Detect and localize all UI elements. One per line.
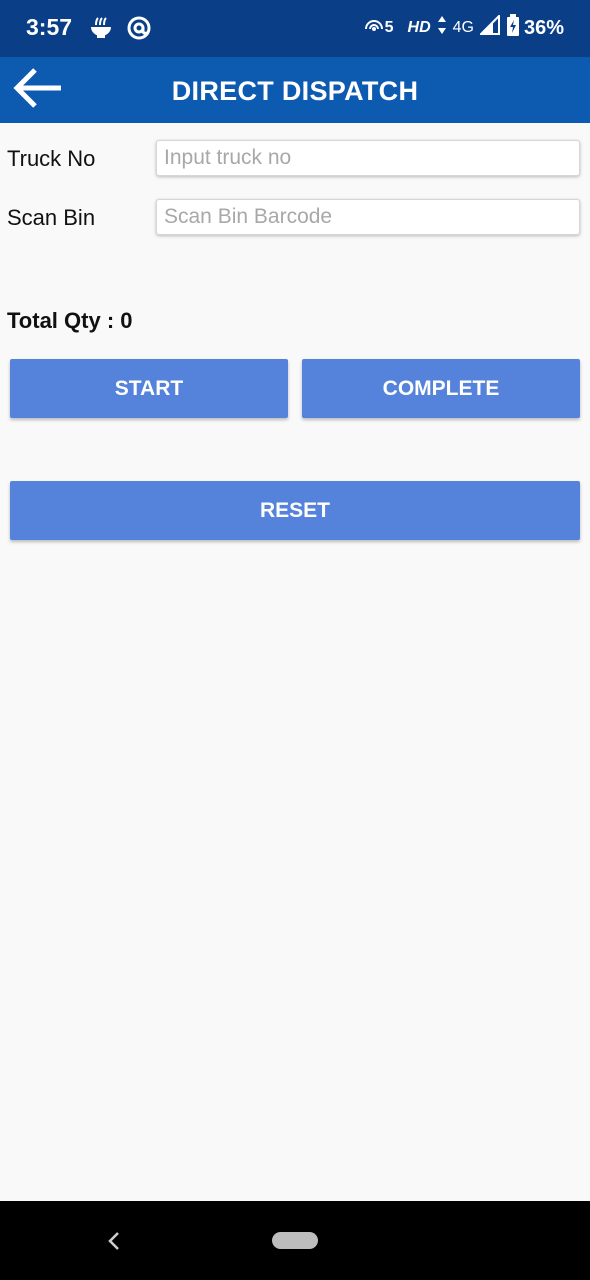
data-arrows-icon: [437, 15, 447, 41]
nav-back-chevron-icon[interactable]: [104, 1229, 124, 1253]
app-bar: DIRECT DISPATCH: [0, 57, 590, 123]
at-sign-icon: [126, 15, 152, 46]
truck-no-row: Truck No: [0, 140, 590, 180]
nav-home-pill[interactable]: [272, 1232, 318, 1249]
network-type: 4G: [452, 19, 474, 36]
total-qty: Total Qty : 0: [7, 308, 133, 333]
status-bar: 3:57 5 HD 4G 36%: [0, 0, 590, 57]
scan-bin-label: Scan Bin: [7, 205, 96, 230]
start-button[interactable]: START: [10, 359, 288, 418]
truck-no-label: Truck No: [7, 146, 96, 171]
system-nav-bar: [0, 1201, 590, 1280]
battery-percent: 36%: [523, 16, 564, 39]
status-notification-icons: [88, 15, 152, 46]
scan-bin-row: Scan Bin: [0, 199, 590, 239]
truck-no-input[interactable]: [156, 140, 580, 176]
status-time: 3:57: [26, 14, 73, 40]
hotspot-count: 5: [384, 19, 394, 36]
battery-charging-icon: [506, 14, 520, 42]
status-system-icons: 5 HD 4G 36%: [363, 13, 564, 42]
page-title: DIRECT DISPATCH: [171, 76, 419, 106]
complete-button[interactable]: COMPLETE: [302, 359, 580, 418]
hd-label: HD: [407, 19, 431, 36]
hotspot-icon: [363, 15, 385, 41]
scan-bin-input[interactable]: [156, 199, 580, 235]
signal-icon: [478, 13, 500, 41]
noodle-bowl-icon: [88, 15, 114, 46]
reset-button[interactable]: RESET: [10, 481, 580, 540]
